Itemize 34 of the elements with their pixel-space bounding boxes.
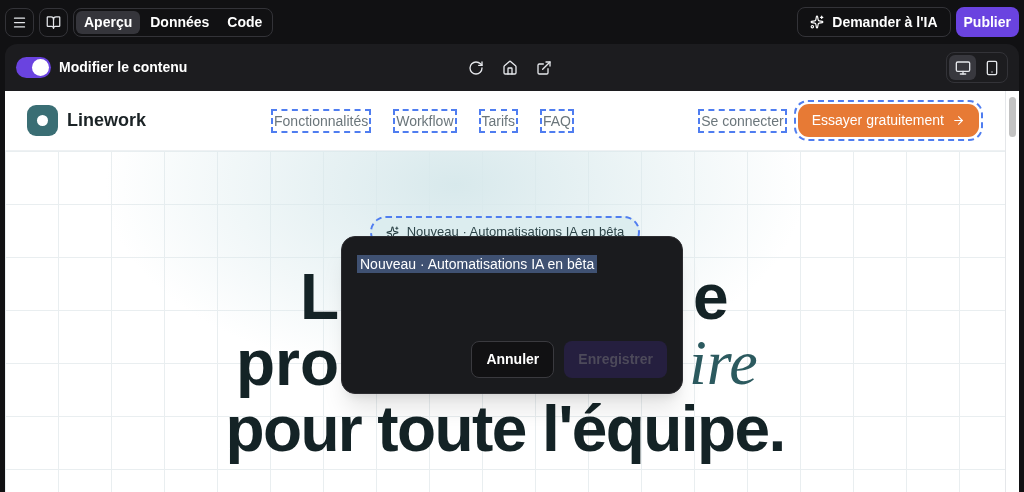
edit-toggle[interactable]	[16, 57, 51, 78]
view-tab[interactable]: Aperçu	[76, 10, 141, 34]
ask-ai-button[interactable]: Demander à l'IA	[797, 7, 951, 37]
reload-button[interactable]	[467, 58, 485, 77]
publish-button[interactable]: Publier	[955, 7, 1019, 37]
sparkle-icon	[810, 15, 825, 29]
headline-text: pro	[235, 330, 339, 396]
cancel-button[interactable]: Annuler	[471, 341, 555, 378]
announcement-text: Nouveau · Automatisations IA en bêta	[406, 223, 625, 242]
nav-link[interactable]: Workflow	[393, 108, 457, 133]
nav-link[interactable]: Tarifs	[478, 108, 518, 133]
view-tab[interactable]: Données	[142, 10, 218, 34]
headline-text: e	[693, 264, 729, 330]
desktop-view-button[interactable]	[949, 55, 976, 80]
logo-icon	[27, 105, 58, 136]
monitor-icon	[954, 59, 971, 76]
home-button[interactable]	[501, 58, 519, 77]
book-icon	[46, 14, 61, 30]
headline-text: L	[299, 264, 339, 330]
scrollbar-thumb[interactable]	[1009, 97, 1016, 137]
arrow-icon	[952, 114, 965, 127]
nav-link[interactable]: Fonctionnalités	[271, 108, 372, 133]
text-input-field[interactable]: Nouveau · Automatisations IA en bêta	[357, 255, 598, 273]
open-external-button[interactable]	[535, 58, 553, 77]
view-tab[interactable]: Code	[219, 10, 271, 34]
edit-toggle-label: Modifier le contenu	[59, 58, 188, 77]
login-link[interactable]: Se connecter	[698, 108, 787, 133]
nav-link[interactable]: FAQ	[539, 108, 574, 133]
menu-icon	[12, 14, 27, 30]
headline-text: ire	[689, 330, 758, 396]
brand-name: Linework	[67, 109, 146, 132]
panel-toggle-button[interactable]	[39, 7, 68, 37]
menu-button[interactable]	[5, 7, 34, 37]
sparkle-icon	[385, 225, 399, 239]
